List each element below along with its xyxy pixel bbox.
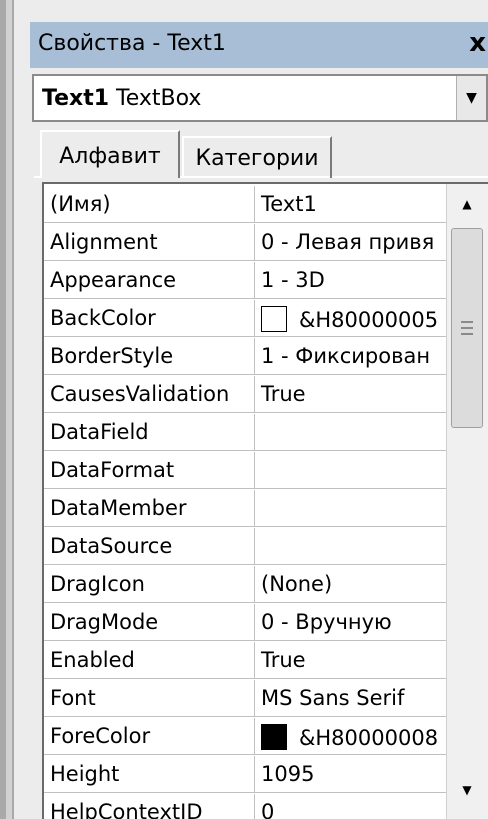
object-name: Text1: [42, 86, 110, 111]
property-value[interactable]: 0 - Вручную: [255, 604, 446, 641]
property-row[interactable]: Appearance 1 - 3D: [44, 262, 446, 300]
property-row[interactable]: HelpContextID 0: [44, 794, 446, 819]
property-value-text: &H80000008: [299, 726, 439, 750]
scroll-down-button[interactable]: ▼: [447, 770, 487, 810]
property-value[interactable]: 0 - Левая привя: [255, 224, 446, 261]
property-value[interactable]: [255, 528, 446, 565]
tab-categorized[interactable]: Категории: [182, 136, 332, 178]
property-value[interactable]: Text1: [255, 186, 446, 223]
scroll-up-button[interactable]: ▲: [447, 184, 487, 224]
object-selector-dropdown-button[interactable]: ▼: [456, 76, 486, 120]
property-row[interactable]: CausesValidation True: [44, 376, 446, 414]
property-name: DataSource: [44, 528, 255, 565]
property-value[interactable]: 1 - 3D: [255, 262, 446, 299]
property-row[interactable]: BackColor &H80000005: [44, 300, 446, 338]
property-name: BorderStyle: [44, 338, 255, 375]
property-value[interactable]: True: [255, 376, 446, 413]
property-row[interactable]: Height 1095: [44, 756, 446, 794]
property-value[interactable]: 1095: [255, 756, 446, 793]
property-row[interactable]: ForeColor &H80000008: [44, 718, 446, 756]
property-name: HelpContextID: [44, 794, 255, 819]
color-swatch-icon: [261, 724, 287, 750]
property-name: BackColor: [44, 300, 255, 337]
close-icon[interactable]: x: [469, 28, 486, 58]
property-name: DragIcon: [44, 566, 255, 603]
chevron-down-icon: ▼: [466, 90, 477, 106]
property-name: DataMember: [44, 490, 255, 527]
property-name: Font: [44, 680, 255, 717]
object-type: TextBox: [116, 86, 202, 111]
scroll-up-icon: ▲: [462, 197, 472, 211]
property-row[interactable]: DragIcon (None): [44, 566, 446, 604]
property-value[interactable]: MS Sans Serif: [255, 680, 446, 717]
property-row[interactable]: DataSource: [44, 528, 446, 566]
property-grid: (Имя) Text1 Alignment 0 - Левая привя Appear…: [42, 182, 488, 819]
scroll-thumb[interactable]: [451, 228, 483, 428]
property-name: DataField: [44, 414, 255, 451]
property-row[interactable]: DataMember: [44, 490, 446, 528]
property-name: CausesValidation: [44, 376, 255, 413]
property-value-text: &H80000005: [299, 308, 439, 332]
properties-titlebar: Свойства - Text1 x: [30, 22, 488, 68]
property-value[interactable]: [255, 414, 446, 451]
tab-alphabetic[interactable]: Алфавит: [40, 130, 180, 178]
property-name: Appearance: [44, 262, 255, 299]
property-value[interactable]: [255, 490, 446, 527]
property-row[interactable]: DataField: [44, 414, 446, 452]
property-row[interactable]: (Имя) Text1: [44, 186, 446, 224]
vertical-scrollbar[interactable]: ▲ ▼: [446, 184, 488, 819]
property-value[interactable]: (None): [255, 566, 446, 603]
object-selector-label: Text1 TextBox: [42, 86, 201, 111]
property-name: Enabled: [44, 642, 255, 679]
property-value[interactable]: True: [255, 642, 446, 679]
object-selector[interactable]: Text1 TextBox ▼: [32, 74, 488, 122]
property-name: DragMode: [44, 604, 255, 641]
property-value[interactable]: &H80000005: [255, 300, 446, 337]
property-row[interactable]: Font MS Sans Serif: [44, 680, 446, 718]
property-name: Height: [44, 756, 255, 793]
property-name: Alignment: [44, 224, 255, 261]
window-title: Свойства - Text1: [38, 31, 226, 56]
property-row[interactable]: Alignment 0 - Левая привя: [44, 224, 446, 262]
property-row[interactable]: Enabled True: [44, 642, 446, 680]
property-row[interactable]: DataFormat: [44, 452, 446, 490]
color-swatch-icon: [261, 306, 287, 332]
property-value[interactable]: &H80000008: [255, 718, 446, 755]
window-left-edge: [0, 0, 14, 819]
property-value[interactable]: 1 - Фиксирован: [255, 338, 446, 375]
property-value[interactable]: 0: [255, 794, 446, 819]
property-name: DataFormat: [44, 452, 255, 489]
property-name: ForeColor: [44, 718, 255, 755]
scroll-down-icon: ▼: [462, 783, 472, 797]
property-row[interactable]: DragMode 0 - Вручную: [44, 604, 446, 642]
property-row[interactable]: BorderStyle 1 - Фиксирован: [44, 338, 446, 376]
property-value[interactable]: [255, 452, 446, 489]
property-name: (Имя): [44, 186, 255, 223]
